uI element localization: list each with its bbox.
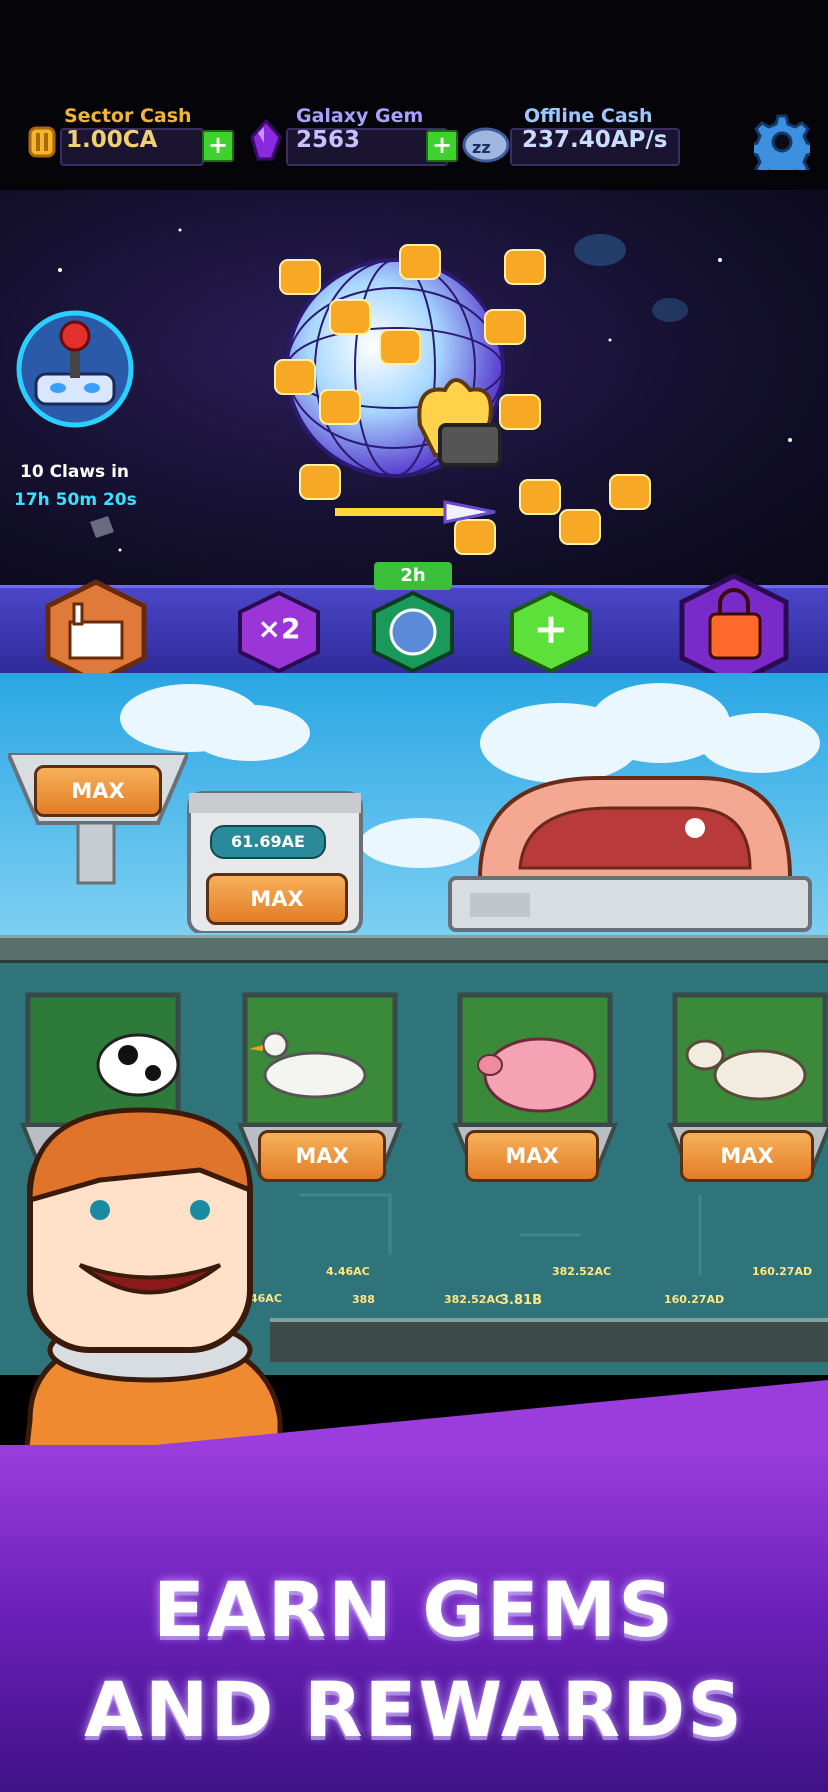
pen-3-price: 382.52AC bbox=[552, 1265, 612, 1278]
shop-bag-button[interactable] bbox=[676, 572, 792, 688]
sector-cash-coin-icon bbox=[28, 126, 56, 158]
resource-bar: Sector Cash 1.00CA + Galaxy Gem 2563 + z… bbox=[0, 0, 828, 190]
processing-area: MAX 61.69AE MAX bbox=[0, 673, 828, 940]
galaxy-gem-value: 2563 bbox=[296, 127, 361, 153]
factory-button[interactable] bbox=[40, 578, 152, 686]
promo-line-1: EARN GEMS bbox=[153, 1565, 675, 1654]
sector-cash-label: Sector Cash bbox=[64, 105, 192, 127]
pen-2-price: 4.46AC bbox=[326, 1265, 370, 1278]
add-button[interactable]: + bbox=[508, 590, 594, 674]
game-screen: Sector Cash 1.00CA + Galaxy Gem 2563 + z… bbox=[0, 0, 828, 1792]
add-button-label: + bbox=[533, 604, 569, 653]
galaxy-gem-label: Galaxy Gem bbox=[296, 105, 424, 127]
claw-joystick-button[interactable] bbox=[14, 308, 136, 430]
claws-timer: 17h 50m 20s bbox=[14, 490, 137, 510]
galaxy-gem-add-button[interactable]: + bbox=[426, 130, 458, 162]
meat-processor bbox=[448, 776, 812, 932]
conveyor-belt bbox=[270, 1318, 828, 1362]
pen-3-max-button[interactable]: MAX bbox=[465, 1130, 599, 1182]
galaxy-gem-icon bbox=[250, 119, 282, 161]
belt-price-3: 3.81B bbox=[500, 1293, 542, 1308]
sector-cash-add-button[interactable]: + bbox=[202, 130, 234, 162]
pen-4-price: 160.27AD bbox=[752, 1265, 813, 1278]
offline-cash-label: Offline Cash bbox=[524, 105, 653, 127]
promo-line-2: AND REWARDS bbox=[84, 1665, 744, 1754]
claws-count-text: 10 Claws in bbox=[20, 462, 130, 482]
offline-cash-value: 237.40AP/s bbox=[522, 127, 668, 153]
rocket-icon bbox=[335, 500, 496, 524]
settings-gear-icon[interactable] bbox=[754, 114, 810, 170]
tank-max-button[interactable]: MAX bbox=[206, 873, 348, 925]
belt-price-2: 382.52AC bbox=[444, 1293, 504, 1306]
offline-sleep-icon: zz bbox=[462, 127, 510, 163]
spin-wheel-button[interactable] bbox=[370, 590, 456, 674]
belt-price-1: 388 bbox=[352, 1293, 375, 1306]
tank-value: 61.69AE bbox=[210, 825, 326, 859]
belt-price-4: 160.27AD bbox=[664, 1293, 725, 1306]
top-rail bbox=[0, 935, 828, 963]
pen-4-max-button[interactable]: MAX bbox=[680, 1130, 814, 1182]
svg-text:zz: zz bbox=[472, 138, 491, 157]
space-scene bbox=[0, 190, 828, 590]
hopper-max-button[interactable]: MAX bbox=[34, 765, 162, 817]
boost-label: ×2 bbox=[257, 612, 301, 645]
sector-cash-value: 1.00CA bbox=[66, 127, 158, 153]
timer-badge: 2h bbox=[374, 562, 452, 590]
double-boost-button[interactable]: ×2 bbox=[236, 590, 322, 674]
